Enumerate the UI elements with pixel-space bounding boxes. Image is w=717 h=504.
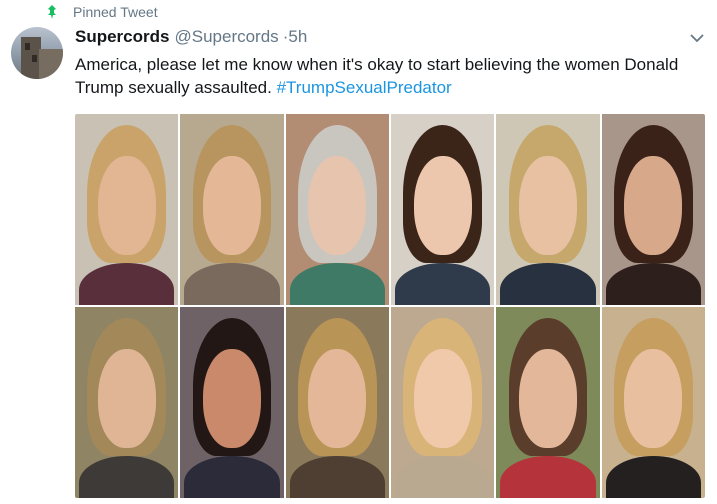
photo-face — [97, 156, 156, 256]
photo-clothing — [184, 262, 280, 305]
tweet-header: Supercords @Supercords · 5h — [75, 27, 307, 49]
photo-clothing — [500, 455, 596, 498]
pinned-tweet-label: Pinned Tweet — [73, 4, 158, 20]
photo-face — [308, 349, 367, 449]
photo-clothing — [289, 455, 385, 498]
pin-icon — [48, 5, 56, 19]
tweet-menu-button[interactable] — [688, 31, 706, 45]
photo-face — [624, 156, 683, 256]
photo-clothing — [184, 455, 280, 498]
avatar[interactable] — [11, 27, 63, 79]
photo-face — [203, 349, 261, 449]
hashtag-link[interactable]: #TrumpSexualPredator — [277, 78, 452, 97]
photo-face — [519, 349, 577, 449]
tweet-text: America, please let me know when it's ok… — [75, 53, 710, 99]
photo-10[interactable] — [391, 307, 495, 498]
photo-clothing — [289, 262, 385, 305]
photo-face — [413, 349, 472, 449]
photo-clothing — [79, 455, 175, 498]
photo-8[interactable] — [180, 307, 284, 498]
media-grid[interactable] — [75, 114, 705, 498]
photo-clothing — [605, 262, 701, 305]
photo-face — [308, 156, 367, 256]
photo-5[interactable] — [496, 114, 600, 305]
photo-face — [203, 156, 261, 256]
photo-12[interactable] — [601, 307, 705, 498]
photo-4[interactable] — [391, 114, 495, 305]
user-handle[interactable]: @Supercords — [174, 27, 278, 47]
photo-clothing — [605, 455, 701, 498]
photo-2[interactable] — [180, 114, 284, 305]
photo-face — [413, 156, 472, 256]
photo-face — [97, 349, 156, 449]
photo-clothing — [395, 455, 491, 498]
photo-6[interactable] — [601, 114, 705, 305]
photo-9[interactable] — [285, 307, 389, 498]
tweet-timestamp[interactable]: 5h — [288, 27, 307, 47]
photo-7[interactable] — [75, 307, 179, 498]
chevron-down-icon — [690, 34, 704, 43]
photo-3[interactable] — [285, 114, 389, 305]
photo-face — [519, 156, 577, 256]
photo-face — [624, 349, 683, 449]
photo-clothing — [500, 262, 596, 305]
photo-11[interactable] — [496, 307, 600, 498]
photo-clothing — [79, 262, 175, 305]
photo-clothing — [395, 262, 491, 305]
pinned-tweet-indicator: Pinned Tweet — [44, 3, 158, 21]
display-name[interactable]: Supercords — [75, 27, 169, 47]
photo-1[interactable] — [75, 114, 179, 305]
